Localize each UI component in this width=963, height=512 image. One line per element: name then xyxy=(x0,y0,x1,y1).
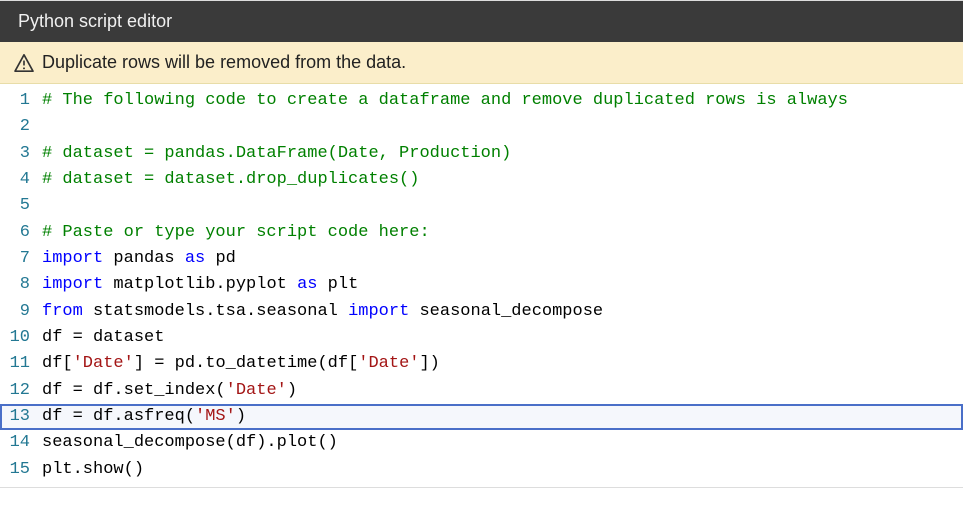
code-line[interactable]: 3# dataset = pandas.DataFrame(Date, Prod… xyxy=(0,141,963,167)
code-editor[interactable]: 1# The following code to create a datafr… xyxy=(0,84,963,487)
code-line[interactable]: 4# dataset = dataset.drop_duplicates() xyxy=(0,167,963,193)
code-content[interactable]: # Paste or type your script code here: xyxy=(42,220,430,246)
line-number: 11 xyxy=(0,351,42,377)
line-number: 12 xyxy=(0,378,42,404)
editor-title: Python script editor xyxy=(18,11,172,31)
line-number: 3 xyxy=(0,141,42,167)
code-line[interactable]: 14seasonal_decompose(df).plot() xyxy=(0,430,963,456)
code-content[interactable]: import pandas as pd xyxy=(42,246,236,272)
code-line[interactable]: 1# The following code to create a datafr… xyxy=(0,88,963,114)
code-content[interactable]: df = dataset xyxy=(42,325,164,351)
code-content[interactable]: from statsmodels.tsa.seasonal import sea… xyxy=(42,299,603,325)
code-content[interactable]: df['Date'] = pd.to_datetime(df['Date']) xyxy=(42,351,440,377)
code-content[interactable]: seasonal_decompose(df).plot() xyxy=(42,430,338,456)
code-content[interactable]: df = df.asfreq('MS') xyxy=(42,404,246,430)
line-number: 2 xyxy=(0,114,42,140)
code-content[interactable]: # dataset = dataset.drop_duplicates() xyxy=(42,167,419,193)
line-number: 1 xyxy=(0,88,42,114)
editor-header: Python script editor xyxy=(0,1,963,42)
code-line[interactable]: 6# Paste or type your script code here: xyxy=(0,220,963,246)
line-number: 10 xyxy=(0,325,42,351)
code-line[interactable]: 9from statsmodels.tsa.seasonal import se… xyxy=(0,299,963,325)
line-number: 4 xyxy=(0,167,42,193)
code-line[interactable]: 2 xyxy=(0,114,963,140)
code-line[interactable]: 11df['Date'] = pd.to_datetime(df['Date']… xyxy=(0,351,963,377)
code-line[interactable]: 8import matplotlib.pyplot as plt xyxy=(0,272,963,298)
line-number: 6 xyxy=(0,220,42,246)
code-line[interactable]: 15plt.show() xyxy=(0,457,963,483)
line-number: 13 xyxy=(0,404,42,430)
code-line[interactable]: 13df = df.asfreq('MS') xyxy=(0,404,963,430)
code-line[interactable]: 5 xyxy=(0,193,963,219)
code-content[interactable]: df = df.set_index('Date') xyxy=(42,378,297,404)
line-number: 14 xyxy=(0,430,42,456)
code-content[interactable]: # dataset = pandas.DataFrame(Date, Produ… xyxy=(42,141,511,167)
line-number: 9 xyxy=(0,299,42,325)
warning-bar: Duplicate rows will be removed from the … xyxy=(0,42,963,84)
code-line[interactable]: 12df = df.set_index('Date') xyxy=(0,378,963,404)
code-content[interactable]: import matplotlib.pyplot as plt xyxy=(42,272,358,298)
line-number: 15 xyxy=(0,457,42,483)
editor-container: Python script editor Duplicate rows will… xyxy=(0,0,963,488)
code-content[interactable]: plt.show() xyxy=(42,457,144,483)
line-number: 5 xyxy=(0,193,42,219)
code-content[interactable]: # The following code to create a datafra… xyxy=(42,88,848,114)
line-number: 7 xyxy=(0,246,42,272)
code-line[interactable]: 10df = dataset xyxy=(0,325,963,351)
line-number: 8 xyxy=(0,272,42,298)
warning-text: Duplicate rows will be removed from the … xyxy=(42,52,406,73)
code-line[interactable]: 7import pandas as pd xyxy=(0,246,963,272)
warning-icon xyxy=(14,54,34,72)
